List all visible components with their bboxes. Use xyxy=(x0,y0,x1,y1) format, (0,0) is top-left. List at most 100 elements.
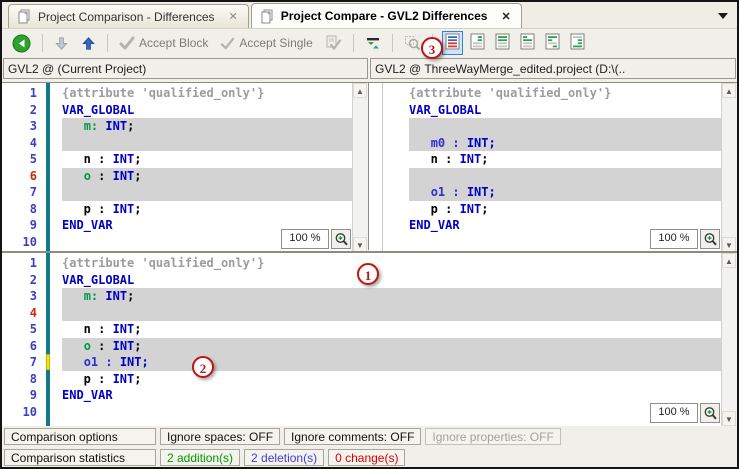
code-token: p : xyxy=(62,372,113,386)
zoom-button[interactable] xyxy=(700,403,720,423)
ignore-comments-toggle[interactable]: Ignore comments: OFF xyxy=(284,428,421,445)
code-line[interactable]: {attribute 'qualified_only'} xyxy=(409,85,722,102)
line-numbers: 12345678910 xyxy=(2,85,42,250)
line-number: 7 xyxy=(2,184,42,201)
code-token: o1 : xyxy=(431,185,467,199)
tab-project-comparison[interactable]: Project Comparison - Differences ✕ xyxy=(8,4,249,28)
scroll-up-icon[interactable]: ▲ xyxy=(722,253,736,268)
ignore-spaces-toggle[interactable]: Ignore spaces: OFF xyxy=(160,428,280,445)
magnifier-icon xyxy=(334,232,349,247)
ignore-properties-toggle[interactable]: Ignore properties: OFF xyxy=(425,428,560,445)
code-line[interactable]: m0 : INT; xyxy=(409,135,722,152)
code-lines: {attribute 'qualified_only'} VAR_GLOBAL m… xyxy=(383,85,722,250)
code-line[interactable]: o : INT; xyxy=(62,168,353,185)
accept-edited-button[interactable] xyxy=(321,32,346,54)
code-line[interactable]: o : INT; xyxy=(62,338,722,355)
accept-single-button[interactable]: Accept Single xyxy=(216,33,316,53)
view-mode-button-6[interactable] xyxy=(567,31,588,55)
code-line[interactable]: END_VAR xyxy=(62,387,722,404)
view-mode-icon xyxy=(569,33,586,50)
code-line[interactable]: n : INT; xyxy=(62,151,353,168)
code-line[interactable]: n : INT; xyxy=(62,321,722,338)
code-token: INT xyxy=(113,339,135,353)
vertical-scrollbar[interactable]: ▲ ▼ xyxy=(352,83,368,252)
code-token: VAR_GLOBAL xyxy=(409,103,481,117)
line-number: 2 xyxy=(2,102,42,119)
code-line[interactable]: p : INT; xyxy=(62,201,353,218)
arrow-down-icon xyxy=(54,36,69,51)
tab-project-compare-gvl2[interactable]: Project Compare - GVL2 Differences ✕ xyxy=(251,3,522,28)
back-button[interactable] xyxy=(8,31,35,56)
accept-block-button[interactable]: Accept Block xyxy=(115,33,212,53)
line-number: 3 xyxy=(2,288,42,305)
code-line[interactable]: n : INT; xyxy=(409,151,722,168)
code-token: ; xyxy=(134,169,141,183)
code-line[interactable]: VAR_GLOBAL xyxy=(62,102,353,119)
tab-close-icon[interactable]: ✕ xyxy=(501,10,510,23)
code-line[interactable]: VAR_GLOBAL xyxy=(62,272,722,289)
code-token: {attribute 'qualified_only'} xyxy=(409,86,611,100)
code-line[interactable] xyxy=(62,184,353,201)
code-token: ; xyxy=(127,289,134,303)
vertical-scrollbar[interactable]: ▲ ▼ xyxy=(721,253,737,426)
code-token: INT xyxy=(105,289,127,303)
view-mode-button-3[interactable] xyxy=(492,31,513,55)
view-mode-button-5[interactable] xyxy=(542,31,563,55)
code-token: ; xyxy=(134,322,141,336)
code-line[interactable]: {attribute 'qualified_only'} xyxy=(62,255,722,272)
show-differences-button[interactable] xyxy=(361,32,385,54)
code-token: {attribute 'qualified_only'} xyxy=(62,256,264,270)
code-token: INT xyxy=(460,152,482,166)
vertical-scrollbar[interactable]: ▲ ▼ xyxy=(721,83,737,252)
code-line[interactable]: p : INT; xyxy=(62,371,722,388)
line-number: 5 xyxy=(2,321,42,338)
check-icon xyxy=(220,37,235,50)
zoom-level-field[interactable]: 100 % xyxy=(650,229,698,249)
line-number: 9 xyxy=(2,217,42,234)
code-line[interactable]: m: INT; xyxy=(62,118,353,135)
code-token: INT xyxy=(105,119,127,133)
code-token: m: xyxy=(84,289,98,303)
scroll-up-icon[interactable]: ▲ xyxy=(722,83,736,98)
document-icon xyxy=(17,9,32,24)
change-marker xyxy=(46,354,50,370)
view-mode-button-2[interactable] xyxy=(467,31,488,55)
scroll-down-icon[interactable]: ▼ xyxy=(353,237,367,252)
code-line[interactable] xyxy=(409,118,722,135)
zoom-level-field[interactable]: 100 % xyxy=(650,403,698,423)
zoom-level-field[interactable]: 100 % xyxy=(281,229,329,249)
code-token xyxy=(62,169,84,183)
current-project-code-pane: 12345678910 {attribute 'qualified_only'}… xyxy=(2,82,368,252)
next-difference-button[interactable] xyxy=(50,33,73,54)
scroll-up-icon[interactable]: ▲ xyxy=(353,83,367,98)
code-line[interactable] xyxy=(409,168,722,185)
code-line[interactable] xyxy=(62,135,353,152)
code-token: INT xyxy=(113,322,135,336)
line-number: 10 xyxy=(2,234,42,251)
zoom-button[interactable] xyxy=(700,229,720,249)
scroll-down-icon[interactable]: ▼ xyxy=(722,237,736,252)
code-line[interactable]: o1 : INT; xyxy=(62,354,722,371)
code-line[interactable]: {attribute 'qualified_only'} xyxy=(62,85,353,102)
code-line[interactable]: o1 : INT; xyxy=(409,184,722,201)
tab-list-dropdown-icon[interactable] xyxy=(718,13,728,19)
arrow-up-icon xyxy=(81,36,96,51)
accept-block-label: Accept Block xyxy=(139,36,208,50)
zoom-button[interactable] xyxy=(331,229,351,249)
view-mode-button-4[interactable] xyxy=(517,31,538,55)
code-line[interactable]: m: INT; xyxy=(62,288,722,305)
previous-difference-button[interactable] xyxy=(77,33,100,54)
code-line[interactable] xyxy=(62,404,722,421)
code-line[interactable]: VAR_GLOBAL xyxy=(409,102,722,119)
code-lines: {attribute 'qualified_only'}VAR_GLOBAL m… xyxy=(50,85,353,250)
pane-splitter[interactable] xyxy=(368,82,369,250)
scroll-down-icon[interactable]: ▼ xyxy=(722,411,736,426)
code-line[interactable] xyxy=(62,305,722,322)
zoom-control: 100 % xyxy=(650,229,720,249)
project-compare-window: Project Comparison - Differences ✕ Proje… xyxy=(0,0,739,469)
code-token: n : xyxy=(62,322,113,336)
tab-close-icon[interactable]: ✕ xyxy=(229,10,238,23)
deletions-count: 2 deletion(s) xyxy=(244,449,324,466)
code-line[interactable]: p : INT; xyxy=(409,201,722,218)
view-mode-button-1[interactable] xyxy=(442,31,463,55)
